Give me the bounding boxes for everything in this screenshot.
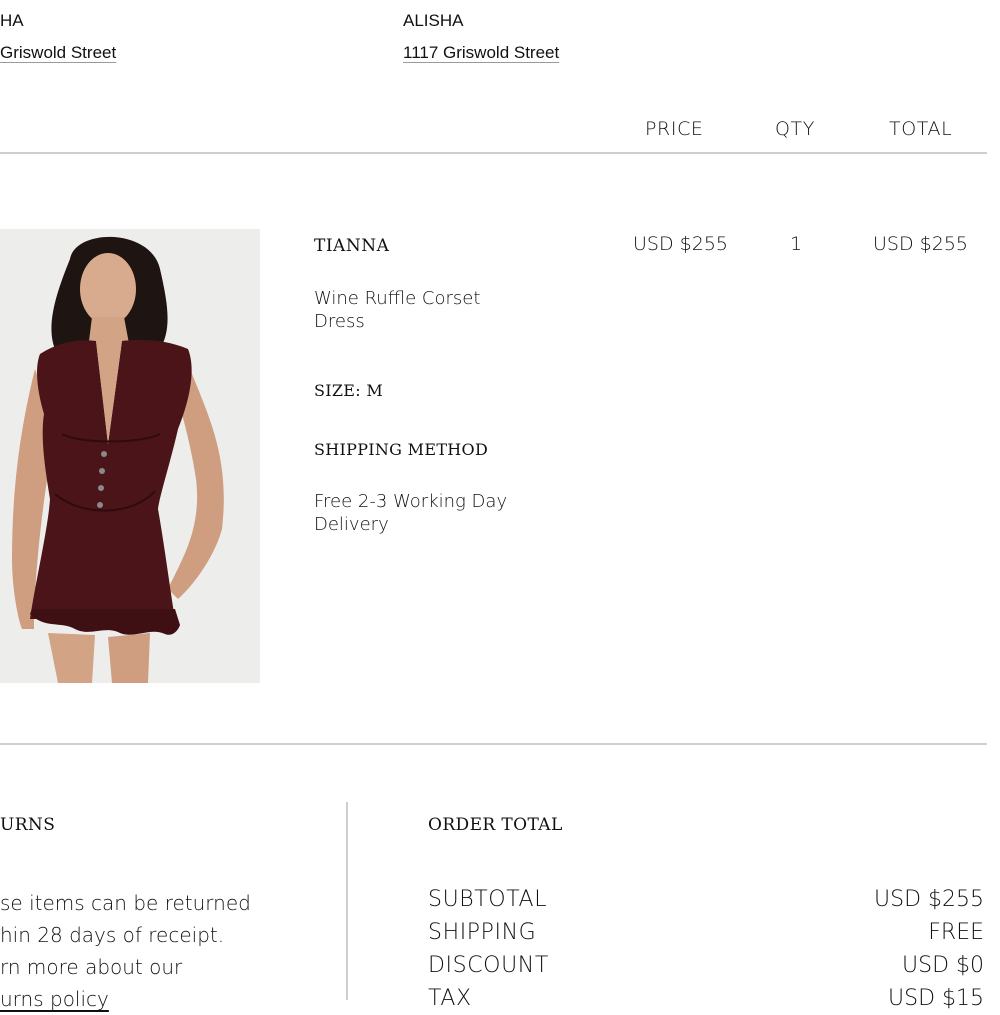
shipping-name: ALISHA — [403, 11, 464, 30]
tax-label: TAX — [428, 986, 472, 1011]
panel-divider — [346, 802, 348, 1000]
returns-text-line1: se items can be returned — [0, 891, 251, 915]
shipping-method-line2: Delivery — [314, 514, 389, 535]
returns-text-line2: hin 28 days of receipt. — [0, 923, 225, 947]
item-total: USD $255 — [873, 233, 968, 255]
shipping-value: FREE — [928, 920, 984, 945]
shipping-street: 1117 Griswold Street — [403, 43, 560, 62]
item-name-line1[interactable]: Wine Ruffle Corset — [314, 287, 480, 310]
item-price: USD $255 — [633, 233, 728, 255]
item-size: SIZE: M — [314, 381, 384, 400]
returns-text-line3: rn more about our — [0, 955, 183, 979]
dress-model-illustration — [0, 229, 260, 683]
shipping-method-label: SHIPPING METHOD — [314, 440, 489, 459]
product-image[interactable] — [0, 229, 260, 683]
total-column-header: TOTAL — [889, 118, 953, 140]
returns-policy-link[interactable]: urns policy — [0, 983, 109, 1015]
shipping-label: SHIPPING — [428, 920, 537, 945]
items-divider — [0, 743, 987, 745]
discount-value: USD $0 — [902, 953, 984, 978]
item-brand: TIANNA — [314, 236, 390, 256]
price-column-header: PRICE — [645, 118, 704, 140]
billing-name: HA — [0, 11, 24, 30]
header-divider — [0, 152, 987, 154]
item-name-line2[interactable]: Dress — [314, 310, 365, 333]
item-qty: 1 — [790, 233, 803, 255]
qty-column-header: QTY — [775, 118, 815, 140]
discount-label: DISCOUNT — [428, 953, 549, 978]
order-total-heading: ORDER TOTAL — [428, 815, 563, 835]
subtotal-label: SUBTOTAL — [428, 887, 548, 912]
returns-heading: URNS — [0, 815, 56, 835]
tax-value: USD $15 — [888, 986, 984, 1011]
shipping-method-line1: Free 2-3 Working Day — [314, 491, 508, 512]
subtotal-value: USD $255 — [874, 887, 984, 912]
billing-street: Griswold Street — [0, 43, 117, 62]
